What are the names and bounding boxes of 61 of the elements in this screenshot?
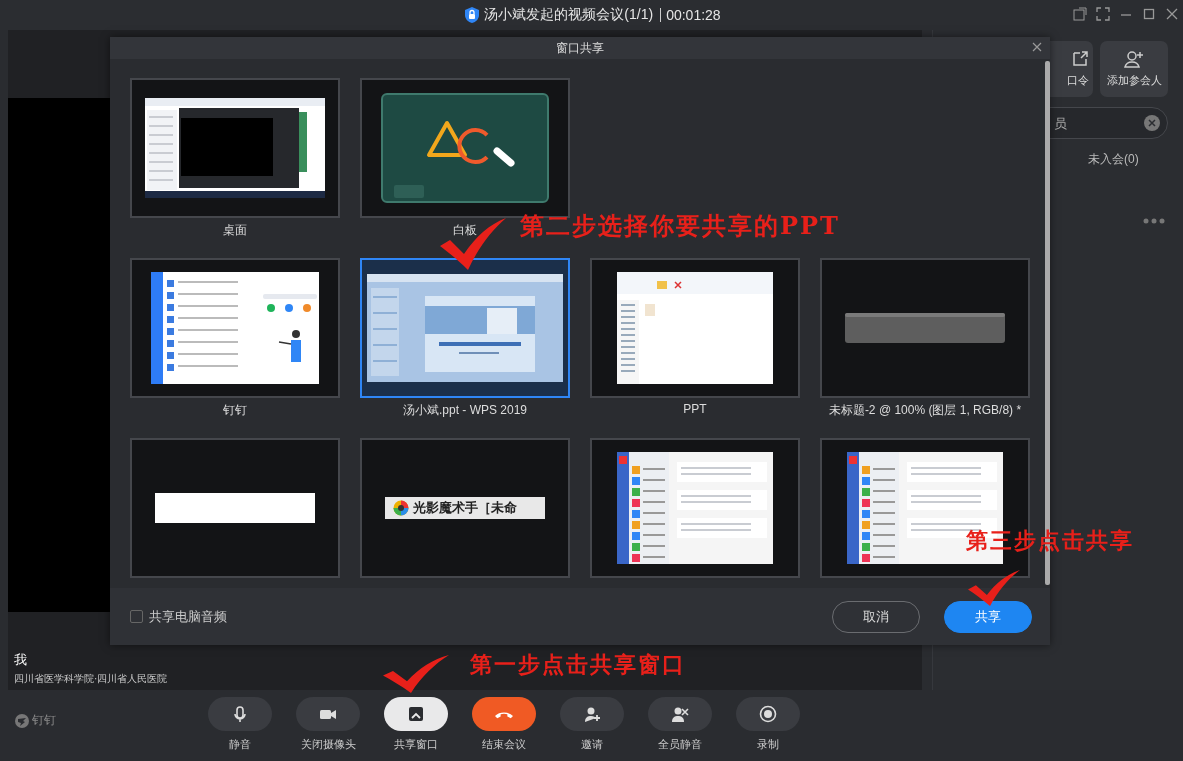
add-person-icon <box>1124 50 1144 68</box>
not-joined-tab[interactable]: 未入会(0) <box>1088 151 1177 168</box>
checkbox[interactable] <box>130 610 143 623</box>
toolbar-button[interactable] <box>648 697 712 731</box>
participant-name: 我 <box>14 651 27 669</box>
participant-org: 四川省医学科学院·四川省人民医院 <box>14 672 168 686</box>
window-option[interactable] <box>590 258 800 398</box>
toolbar-button[interactable] <box>472 697 536 731</box>
window-option-label: 钉钉 <box>223 402 247 419</box>
toolbar-label: 结束会议 <box>482 737 526 752</box>
window-option[interactable] <box>130 438 340 578</box>
more-icon[interactable] <box>1143 218 1165 224</box>
window-option-label: 白板 <box>453 222 477 239</box>
microphone-icon <box>231 705 249 723</box>
check-icon <box>440 218 506 270</box>
window-option[interactable]: 光影魔术手［未命 <box>360 438 570 578</box>
window-option-label: 汤小斌.ppt - WPS 2019 <box>402 402 527 419</box>
instruction-annotation: 第一步点击共享窗口 <box>470 650 686 679</box>
close-icon[interactable] <box>1165 7 1179 21</box>
add-person-icon <box>583 705 601 723</box>
external-link-icon <box>1071 50 1089 68</box>
toolbar-button[interactable] <box>296 697 360 731</box>
toolbar-label: 录制 <box>757 737 779 752</box>
mute-all-icon <box>671 705 689 723</box>
window-title: 汤小斌发起的视频会议(1/1) <box>484 6 654 24</box>
share-window-icon <box>407 705 425 723</box>
window-option[interactable] <box>360 258 570 398</box>
toolbar-label: 关闭摄像头 <box>300 737 356 752</box>
share-button[interactable]: 共享 <box>944 600 1032 633</box>
window-option[interactable] <box>130 78 340 218</box>
dialog-title: 窗口共享 <box>556 39 604 57</box>
close-icon[interactable] <box>1032 42 1042 52</box>
check-icon <box>968 570 1020 606</box>
toolbar-button[interactable] <box>384 697 448 731</box>
thumbnail-caption: 光影魔术手［未命 <box>413 499 517 517</box>
window-option[interactable] <box>130 258 340 398</box>
toolbar-button[interactable] <box>560 697 624 731</box>
meeting-timer: 00:01:28 <box>660 8 721 22</box>
check-icon <box>383 655 449 693</box>
fullscreen-icon[interactable] <box>1096 7 1110 21</box>
toolbar-label: 邀请 <box>581 737 603 752</box>
maximize-icon[interactable] <box>1142 7 1156 21</box>
shield-lock-icon <box>464 6 481 24</box>
toolbar-label: 全员静音 <box>658 737 702 752</box>
app-logo-icon <box>393 500 409 516</box>
app-logo-icon <box>15 713 29 728</box>
toolbar-label: 共享窗口 <box>394 737 438 752</box>
popout-icon[interactable] <box>1073 7 1087 21</box>
instruction-annotation: 第二步选择你要共享的PPT <box>520 210 840 242</box>
window-option[interactable] <box>590 438 800 578</box>
window-option-label: 桌面 <box>223 222 247 239</box>
toolbar-button[interactable] <box>208 697 272 731</box>
toolbar-button[interactable] <box>736 697 800 731</box>
record-icon <box>759 705 777 723</box>
add-participant-button[interactable]: 添加参会人 <box>1100 41 1168 97</box>
window-option-label: PPT <box>683 402 707 418</box>
app-name: 钉钉 <box>32 712 56 729</box>
toolbar-label: 静音 <box>229 737 251 752</box>
window-option-label: 未标题-2 @ 100% (图层 1, RGB/8) * <box>828 402 1022 419</box>
clear-icon[interactable] <box>1144 115 1160 131</box>
checkbox-label: 共享电脑音频 <box>149 607 227 626</box>
